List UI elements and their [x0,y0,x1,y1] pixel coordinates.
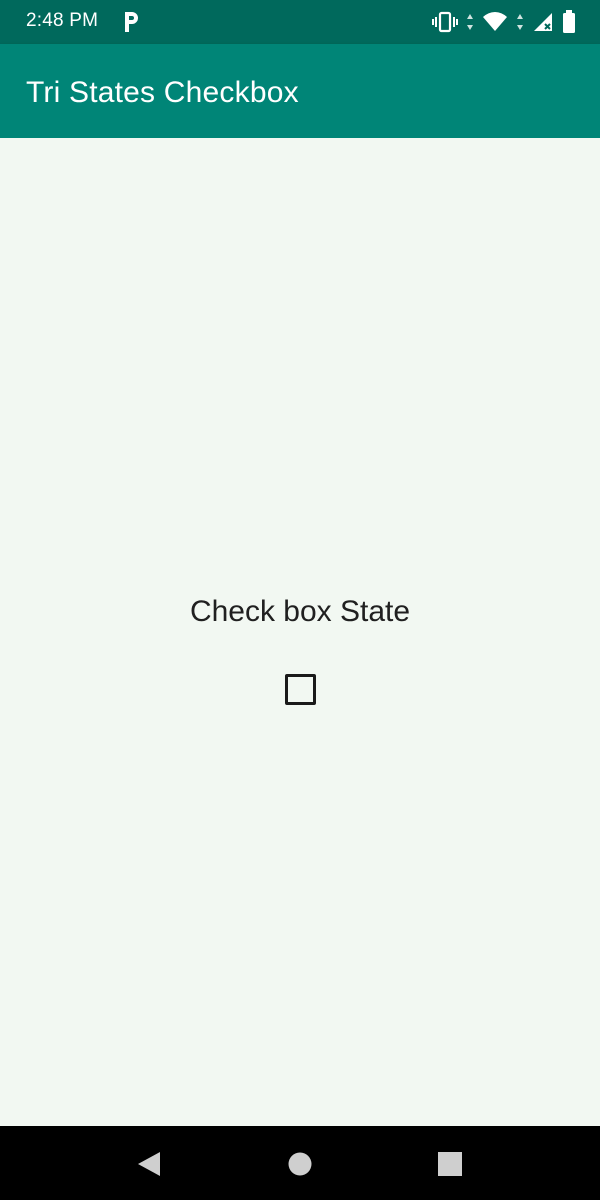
back-button[interactable] [136,1150,162,1183]
p-notification-icon [120,9,142,35]
vibrate-icon [432,11,458,33]
navigation-bar [0,1126,600,1200]
status-icons [432,8,576,36]
battery-icon [562,10,576,34]
wifi-icon [482,11,508,33]
recents-button[interactable] [437,1150,463,1183]
status-time: 2:48 PM [26,10,99,31]
back-triangle-icon [138,1152,160,1176]
recents-square-icon [438,1152,462,1176]
app-bar: Tri States Checkbox [0,44,600,138]
data-arrows-icon [466,12,474,32]
app-title: Tri States Checkbox [26,76,299,109]
checkbox-state-label: Check box State [189,595,411,628]
signal-icon [532,11,554,33]
data-arrows-icon-2 [516,12,524,32]
home-button[interactable] [287,1150,313,1183]
status-bar: 2:48 PM [0,0,600,44]
tri-state-checkbox[interactable] [285,674,316,705]
home-circle-icon [288,1152,312,1176]
main-content: Check box State [0,138,600,1126]
